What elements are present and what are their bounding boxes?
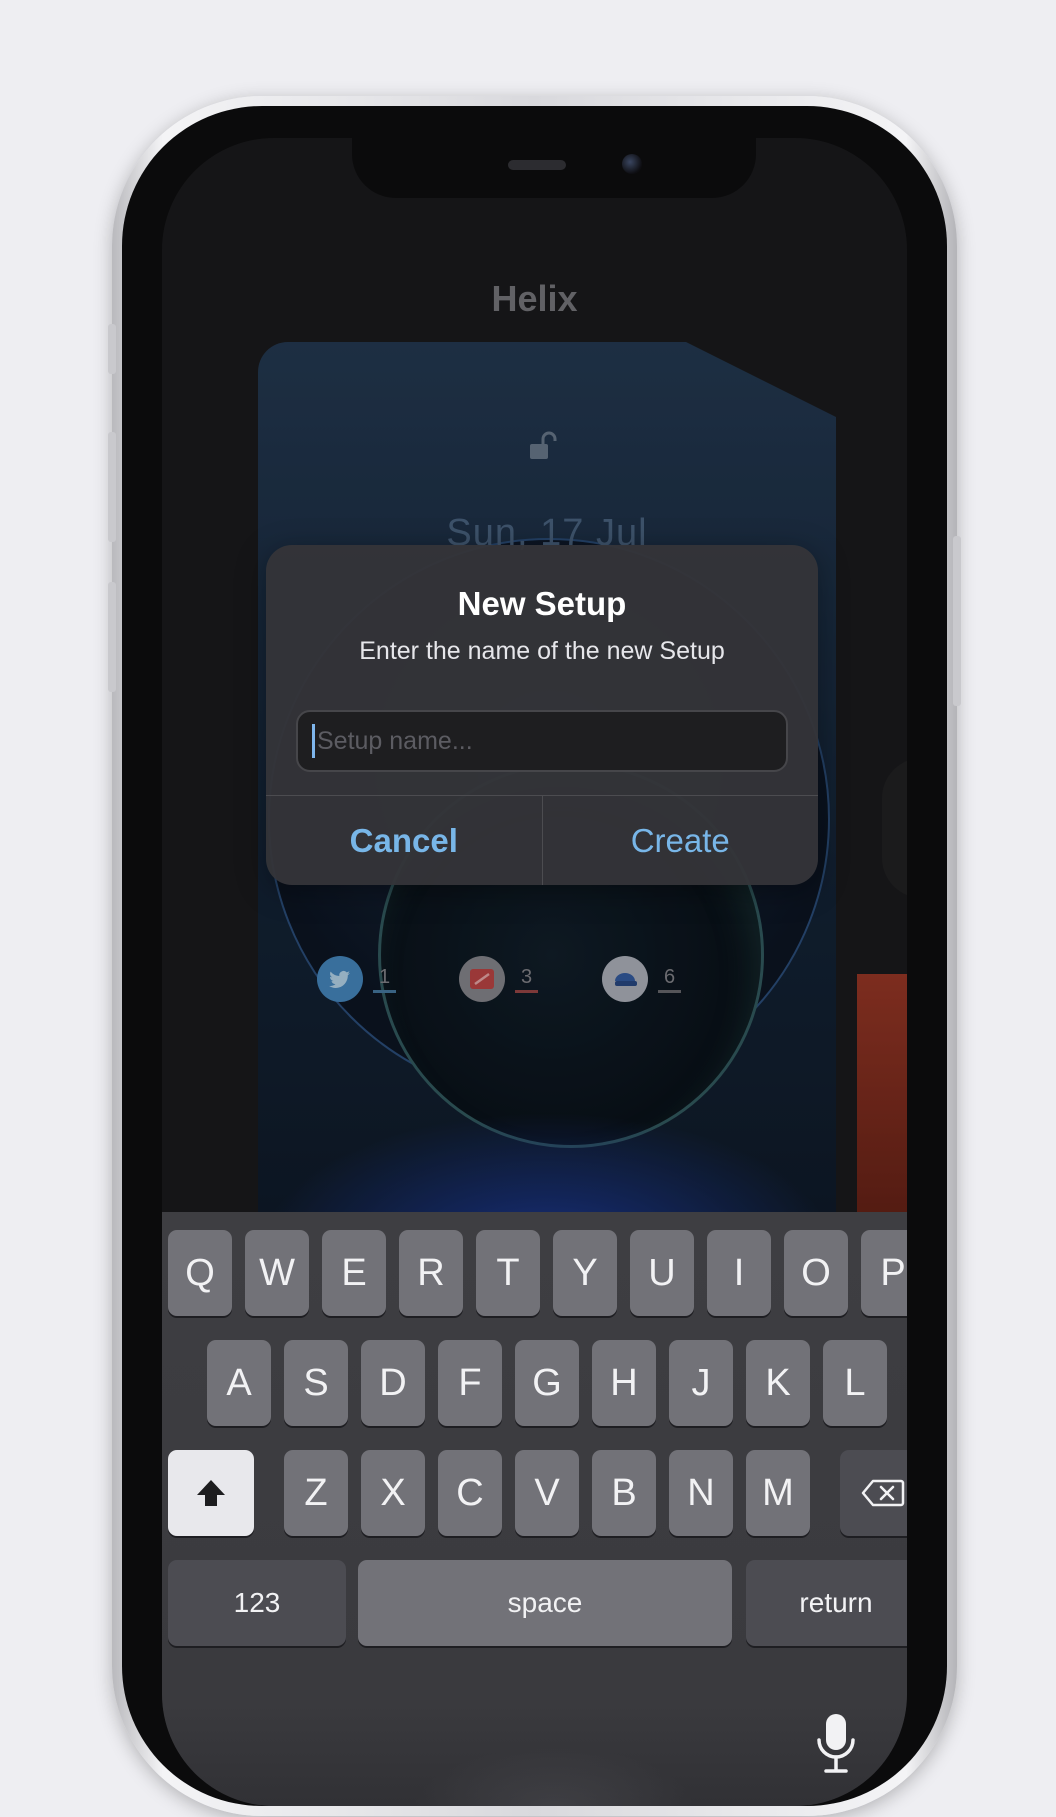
key-o[interactable]: O [784, 1230, 848, 1316]
key-g[interactable]: G [515, 1340, 579, 1426]
key-y[interactable]: Y [553, 1230, 617, 1316]
numbers-key[interactable]: 123 [168, 1560, 346, 1646]
keyboard-row-2: A S D F G H J K L [162, 1340, 907, 1426]
volume-down-button [108, 582, 116, 692]
key-s[interactable]: S [284, 1340, 348, 1426]
return-key[interactable]: return [746, 1560, 907, 1646]
key-u[interactable]: U [630, 1230, 694, 1316]
key-z[interactable]: Z [284, 1450, 348, 1536]
microphone-icon[interactable] [814, 1712, 858, 1776]
key-r[interactable]: R [399, 1230, 463, 1316]
key-q[interactable]: Q [168, 1230, 232, 1316]
setup-name-input[interactable]: Setup name... [296, 710, 788, 772]
keyboard: Q W E R T Y U I O P A S D F G H J K L Z … [162, 1212, 907, 1806]
key-w[interactable]: W [245, 1230, 309, 1316]
space-key[interactable]: space [358, 1560, 732, 1646]
key-b[interactable]: B [592, 1450, 656, 1536]
keyboard-row-1: Q W E R T Y U I O P [162, 1230, 907, 1316]
key-m[interactable]: M [746, 1450, 810, 1536]
key-n[interactable]: N [669, 1450, 733, 1536]
keyboard-row-3: Z X C V B N M [162, 1450, 907, 1536]
create-button[interactable]: Create [543, 796, 819, 885]
silent-switch [108, 324, 116, 374]
input-placeholder: Setup name... [317, 726, 473, 755]
delete-key[interactable] [840, 1450, 907, 1536]
new-setup-dialog: New Setup Enter the name of the new Setu… [266, 545, 818, 885]
volume-up-button [108, 432, 116, 542]
dialog-buttons: Cancel Create [266, 795, 818, 885]
shift-key[interactable] [168, 1450, 254, 1536]
key-l[interactable]: L [823, 1340, 887, 1426]
home-indicator-area [412, 1746, 696, 1806]
front-camera [622, 154, 642, 174]
dialog-message: Enter the name of the new Setup [359, 637, 725, 665]
key-i[interactable]: I [707, 1230, 771, 1316]
key-p[interactable]: P [861, 1230, 907, 1316]
key-h[interactable]: H [592, 1340, 656, 1426]
cancel-button[interactable]: Cancel [266, 796, 543, 885]
text-caret [312, 724, 315, 758]
dialog-title: New Setup [457, 585, 627, 622]
power-button [953, 536, 961, 706]
key-x[interactable]: X [361, 1450, 425, 1536]
screen: Helix Sun, 17 Jul 1 3 6 New Setup Enter … [162, 138, 907, 1806]
delete-icon [861, 1479, 905, 1507]
key-j[interactable]: J [669, 1340, 733, 1426]
key-c[interactable]: C [438, 1450, 502, 1536]
key-k[interactable]: K [746, 1340, 810, 1426]
keyboard-row-4: 123 space return [162, 1560, 907, 1646]
phone-frame: Helix Sun, 17 Jul 1 3 6 New Setup Enter … [108, 96, 961, 1816]
shift-icon [197, 1480, 225, 1506]
speaker [508, 160, 566, 170]
notch [352, 138, 756, 198]
key-a[interactable]: A [207, 1340, 271, 1426]
key-t[interactable]: T [476, 1230, 540, 1316]
key-e[interactable]: E [322, 1230, 386, 1316]
key-d[interactable]: D [361, 1340, 425, 1426]
key-v[interactable]: V [515, 1450, 579, 1536]
bezel: Helix Sun, 17 Jul 1 3 6 New Setup Enter … [122, 106, 947, 1806]
key-f[interactable]: F [438, 1340, 502, 1426]
